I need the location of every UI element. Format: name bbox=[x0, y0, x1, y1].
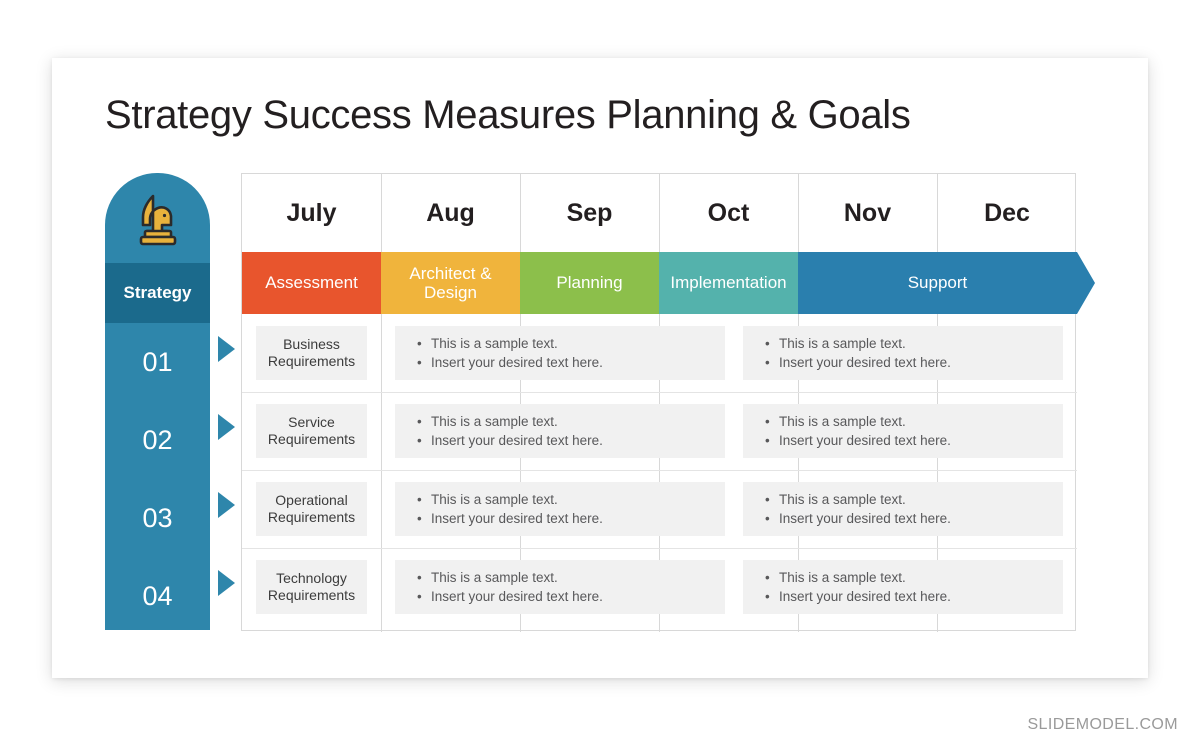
timeline-diagram: Strategy 01 02 03 04 July Aug Sep Oct No… bbox=[52, 58, 1148, 678]
bullet-dot-icon: • bbox=[417, 589, 422, 604]
row-label-operational-requirements: Operational Requirements bbox=[256, 482, 367, 536]
bullet-item: • This is a sample text. bbox=[765, 490, 1049, 509]
bullet-text: Insert your desired text here. bbox=[431, 589, 603, 604]
bullet-item: • Insert your desired text here. bbox=[765, 353, 1049, 372]
bullet-text: Insert your desired text here. bbox=[779, 433, 951, 448]
bullet-text: Insert your desired text here. bbox=[431, 355, 603, 370]
bullet-text: This is a sample text. bbox=[431, 569, 558, 585]
bullet-item: • Insert your desired text here. bbox=[765, 509, 1049, 528]
row-label-technology-requirements: Technology Requirements bbox=[256, 560, 367, 614]
bullet-item: • This is a sample text. bbox=[765, 334, 1049, 353]
bullet-text: Insert your desired text here. bbox=[779, 355, 951, 370]
phase-bar-implementation: Implementation bbox=[659, 252, 798, 314]
month-header-july: July bbox=[286, 198, 337, 227]
bullet-item: • Insert your desired text here. bbox=[417, 353, 711, 372]
bullet-item: • This is a sample text. bbox=[417, 412, 711, 431]
footer-watermark: SLIDEMODEL.COM bbox=[1027, 716, 1178, 733]
bullet-dot-icon: • bbox=[417, 569, 422, 585]
bullet-dot-icon: • bbox=[765, 355, 770, 370]
bullet-text: This is a sample text. bbox=[779, 569, 906, 585]
bullet-dot-icon: • bbox=[765, 569, 770, 585]
sidebar-cap bbox=[105, 173, 210, 263]
row-01-content-block-2: • This is a sample text. • Insert your des… bbox=[743, 326, 1063, 380]
bullet-item: • Insert your desired text here. bbox=[417, 509, 711, 528]
phase-bar-planning: Planning bbox=[520, 252, 659, 314]
bullet-text: This is a sample text. bbox=[431, 335, 558, 351]
sidebar-step-number-02: 02 bbox=[142, 424, 173, 455]
month-header-nov: Nov bbox=[843, 198, 892, 227]
bullet-dot-icon: • bbox=[765, 433, 770, 448]
chess-knight-icon bbox=[139, 194, 176, 246]
month-header-dec: Dec bbox=[984, 198, 1030, 227]
sidebar-step-number-04: 04 bbox=[142, 580, 173, 611]
grid-hline-3 bbox=[242, 548, 1077, 549]
sidebar-step-number-03: 03 bbox=[142, 502, 173, 533]
phase-bar-architect-design: Architect & Design bbox=[381, 252, 520, 314]
phase-bar-assessment: Assessment bbox=[242, 252, 381, 314]
row-03-content-block-2: • This is a sample text. • Insert your des… bbox=[743, 482, 1063, 536]
row-02-content-block-1: • This is a sample text. • Insert your des… bbox=[395, 404, 725, 458]
row-02-content-block-2: • This is a sample text. • Insert your des… bbox=[743, 404, 1063, 458]
bullet-text: Insert your desired text here. bbox=[779, 589, 951, 604]
bullet-item: • This is a sample text. bbox=[417, 568, 711, 587]
month-header-aug: Aug bbox=[426, 198, 475, 227]
bullet-item: • Insert your desired text here. bbox=[417, 431, 711, 450]
phase-arrow-tip-icon bbox=[1077, 252, 1095, 314]
bullet-dot-icon: • bbox=[417, 491, 422, 507]
row-03-content-block-1: • This is a sample text. • Insert your des… bbox=[395, 482, 725, 536]
bullet-dot-icon: • bbox=[765, 589, 770, 604]
bullet-item: • This is a sample text. bbox=[417, 490, 711, 509]
month-header-sep: Sep bbox=[566, 198, 613, 227]
bullet-text: This is a sample text. bbox=[431, 491, 558, 507]
bullet-item: • This is a sample text. bbox=[765, 412, 1049, 431]
bullet-text: Insert your desired text here. bbox=[431, 433, 603, 448]
bullet-item: • This is a sample text. bbox=[417, 334, 711, 353]
row-01-content-block-1: • This is a sample text. • Insert your des… bbox=[395, 326, 725, 380]
bullet-text: This is a sample text. bbox=[431, 413, 558, 429]
bullet-dot-icon: • bbox=[417, 335, 422, 351]
bullet-item: • Insert your desired text here. bbox=[417, 587, 711, 606]
row-04-content-block-2: • This is a sample text. • Insert your des… bbox=[743, 560, 1063, 614]
bullet-dot-icon: • bbox=[765, 413, 770, 429]
row-arrow-03 bbox=[218, 492, 235, 518]
grid-hline-1 bbox=[242, 392, 1077, 393]
bullet-dot-icon: • bbox=[417, 433, 422, 448]
timeline-grid: July Aug Sep Oct Nov Dec Assessment Arch… bbox=[241, 173, 1095, 632]
bullet-text: This is a sample text. bbox=[779, 335, 906, 351]
bullet-dot-icon: • bbox=[417, 355, 422, 370]
bullet-dot-icon: • bbox=[417, 511, 422, 526]
phase-label-architect-design: Architect & Design bbox=[409, 263, 492, 302]
slide-card: Strategy Success Measures Planning & Goa… bbox=[52, 58, 1148, 678]
bullet-dot-icon: • bbox=[765, 511, 770, 526]
bullet-text: This is a sample text. bbox=[779, 413, 906, 429]
phase-bar-support: Support bbox=[798, 252, 1077, 314]
bullet-text: Insert your desired text here. bbox=[779, 511, 951, 526]
row-arrow-04 bbox=[218, 570, 235, 596]
bullet-text: Insert your desired text here. bbox=[431, 511, 603, 526]
bullet-dot-icon: • bbox=[765, 491, 770, 507]
bullet-item: • Insert your desired text here. bbox=[765, 587, 1049, 606]
row-label-service-requirements: Service Requirements bbox=[256, 404, 367, 458]
row-arrow-01 bbox=[218, 336, 235, 362]
bullet-dot-icon: • bbox=[417, 413, 422, 429]
grid-hline-2 bbox=[242, 470, 1077, 471]
bullet-item: • This is a sample text. bbox=[765, 568, 1049, 587]
month-header-oct: Oct bbox=[707, 198, 750, 227]
row-04-content-block-1: • This is a sample text. • Insert your des… bbox=[395, 560, 725, 614]
sidebar-strategy-label: Strategy bbox=[105, 263, 210, 323]
bullet-item: • Insert your desired text here. bbox=[765, 431, 1049, 450]
row-label-business-requirements: Business Requirements bbox=[256, 326, 367, 380]
bullet-dot-icon: • bbox=[765, 335, 770, 351]
row-arrow-02 bbox=[218, 414, 235, 440]
strategy-sidebar: Strategy 01 02 03 04 bbox=[105, 173, 210, 630]
bullet-text: This is a sample text. bbox=[779, 491, 906, 507]
sidebar-step-number-01: 01 bbox=[142, 346, 173, 377]
